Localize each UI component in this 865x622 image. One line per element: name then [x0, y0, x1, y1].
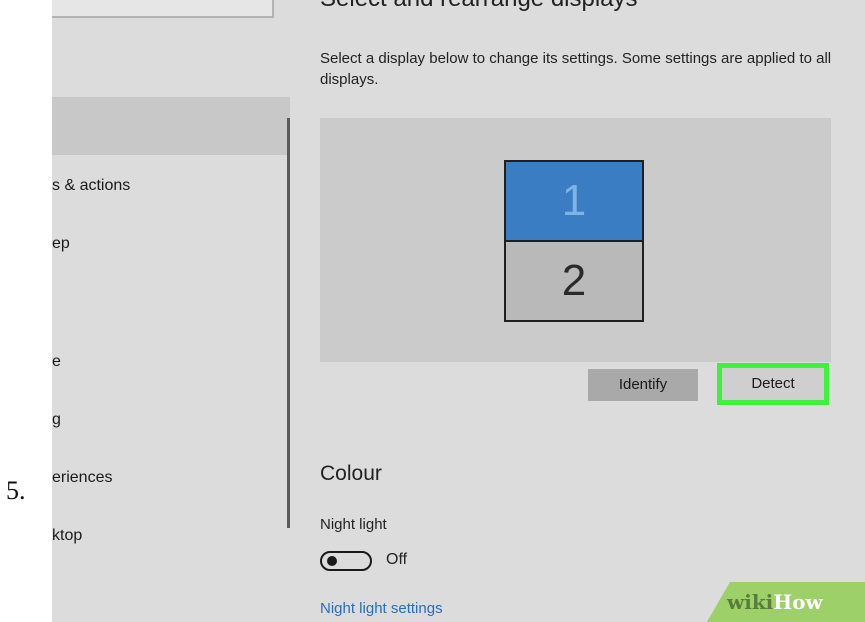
detect-highlight-frame: Detect [717, 363, 829, 405]
colour-heading: Colour [320, 462, 382, 485]
display-settings-panel: Select and rearrange displays Select a d… [320, 0, 865, 622]
sidebar-search-box[interactable] [52, 0, 274, 18]
sidebar-item-shared-experiences[interactable]: eriences [52, 463, 282, 493]
sidebar-item-display-selected[interactable] [52, 97, 290, 155]
night-light-label: Night light [320, 516, 387, 533]
sidebar-item-storage[interactable]: e [52, 347, 282, 377]
night-light-settings-link[interactable]: Night light settings [320, 600, 443, 617]
settings-window: s & actions ep e g eriences ktop Select … [52, 0, 865, 622]
display-arrangement-area[interactable]: 1 2 [320, 118, 831, 362]
sidebar-item-notifications-actions[interactable]: s & actions [52, 171, 282, 201]
step-number: 5. [6, 476, 26, 505]
night-light-state: Off [386, 551, 408, 568]
sidebar-item-remote-desktop[interactable]: ktop [52, 521, 282, 551]
sidebar-scrollbar[interactable] [287, 118, 290, 528]
displays-description: Select a display below to change its set… [320, 50, 832, 88]
sidebar-item-multitasking[interactable]: g [52, 405, 282, 435]
identify-button[interactable]: Identify [588, 369, 698, 401]
sidebar-item-power-sleep[interactable]: ep [52, 229, 282, 259]
display-1-tile[interactable]: 1 [504, 160, 644, 242]
detect-button[interactable]: Detect [722, 368, 824, 400]
display-2-tile[interactable]: 2 [504, 240, 644, 322]
sidebar: s & actions ep e g eriences ktop [52, 0, 292, 622]
night-light-toggle[interactable] [320, 551, 372, 571]
wikihow-logo: wikiHow [727, 590, 823, 614]
toggle-knob-icon [327, 556, 337, 566]
section-title: Select and rearrange displays [320, 0, 638, 13]
